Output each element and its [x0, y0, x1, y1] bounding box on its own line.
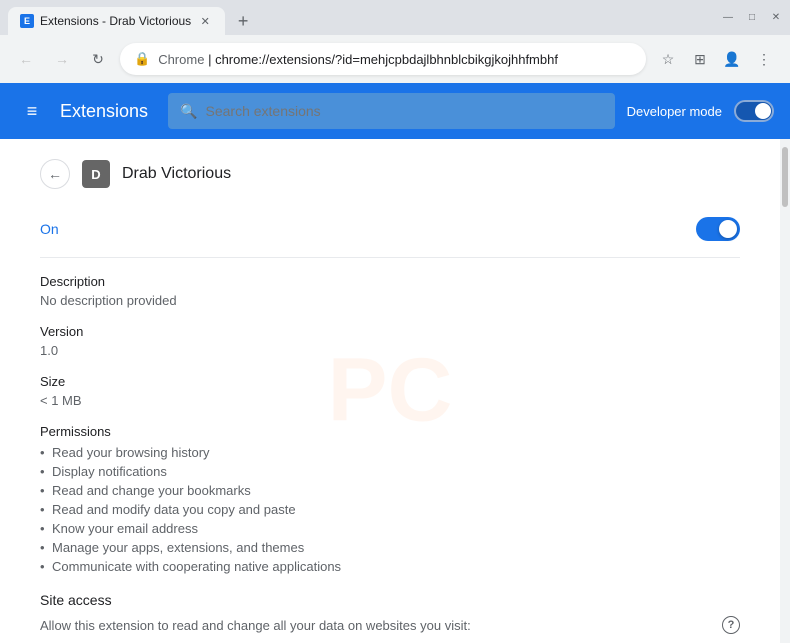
- active-tab[interactable]: E Extensions - Drab Victorious ✕: [8, 7, 225, 35]
- forward-button[interactable]: →: [48, 45, 76, 73]
- permissions-list: Read your browsing history Display notif…: [40, 443, 740, 576]
- window-controls: — □ ✕: [722, 12, 782, 24]
- version-label: Version: [40, 324, 740, 339]
- extension-toggle[interactable]: [696, 217, 740, 241]
- scrollbar-thumb[interactable]: [782, 147, 788, 207]
- secure-icon: 🔒: [134, 51, 150, 67]
- search-icon: 🔍: [180, 103, 197, 120]
- toggle-knob: [755, 103, 771, 119]
- back-to-extensions-button[interactable]: ←: [40, 159, 70, 189]
- size-value: < 1 MB: [40, 393, 740, 408]
- permission-item: Read and change your bookmarks: [40, 481, 740, 500]
- profile-button[interactable]: 👤: [718, 45, 746, 73]
- scrollbar[interactable]: [780, 139, 790, 643]
- permission-item: Know your email address: [40, 519, 740, 538]
- search-box[interactable]: 🔍: [168, 93, 615, 129]
- refresh-button[interactable]: ↻: [84, 45, 112, 73]
- tab-favicon: E: [20, 14, 34, 28]
- content-area: ← D Drab Victorious On Description No de…: [0, 139, 780, 643]
- extension-logo: D: [82, 160, 110, 188]
- tab-bar: E Extensions - Drab Victorious ✕ +: [8, 0, 257, 35]
- site-access-section: Site access Allow this extension to read…: [40, 592, 740, 643]
- size-section: Size < 1 MB: [40, 374, 740, 408]
- search-input[interactable]: [206, 103, 603, 119]
- developer-mode-label: Developer mode: [627, 104, 722, 119]
- size-label: Size: [40, 374, 740, 389]
- help-icon[interactable]: ?: [722, 616, 740, 634]
- extension-detail: ← D Drab Victorious On Description No de…: [0, 139, 780, 643]
- site-access-desc-text: Allow this extension to read and change …: [40, 618, 471, 633]
- description-label: Description: [40, 274, 740, 289]
- sidebar-menu-button[interactable]: ≡: [16, 95, 48, 127]
- permissions-section: Permissions Read your browsing history D…: [40, 424, 740, 576]
- menu-button[interactable]: ⋮: [750, 45, 778, 73]
- title-bar: E Extensions - Drab Victorious ✕ + — □ ✕: [0, 0, 790, 35]
- extension-toggle-knob: [719, 220, 737, 238]
- tab-title: Extensions - Drab Victorious: [40, 14, 191, 28]
- extensions-title: Extensions: [60, 101, 148, 122]
- new-tab-button[interactable]: +: [229, 7, 257, 35]
- permission-item: Communicate with cooperating native appl…: [40, 557, 740, 576]
- description-value: No description provided: [40, 293, 740, 308]
- url-separator: |: [208, 52, 215, 67]
- main-content: ← D Drab Victorious On Description No de…: [0, 139, 790, 643]
- close-button[interactable]: ✕: [770, 12, 782, 24]
- chrome-label: Chrome: [158, 52, 204, 67]
- version-value: 1.0: [40, 343, 740, 358]
- version-section: Version 1.0: [40, 324, 740, 358]
- extension-toggle-label: On: [40, 221, 59, 237]
- extension-toggle-section: On: [40, 209, 740, 258]
- permission-item: Manage your apps, extensions, and themes: [40, 538, 740, 557]
- omnibox-text: Chrome | chrome://extensions/?id=mehjcpb…: [158, 52, 632, 67]
- extensions-header: ≡ Extensions 🔍 Developer mode: [0, 83, 790, 139]
- site-access-title: Site access: [40, 592, 740, 608]
- minimize-button[interactable]: —: [722, 12, 734, 24]
- permission-item: Display notifications: [40, 462, 740, 481]
- toolbar-icons: ☆ ⊞ 👤 ⋮: [654, 45, 778, 73]
- ext-navigation: ← D Drab Victorious: [40, 159, 740, 189]
- maximize-button[interactable]: □: [746, 12, 758, 24]
- permission-item: Read your browsing history: [40, 443, 740, 462]
- developer-mode-toggle[interactable]: [734, 100, 774, 122]
- url-text: chrome://extensions/?id=mehjcpbdajlbhnbl…: [215, 52, 558, 67]
- extensions-button[interactable]: ⊞: [686, 45, 714, 73]
- permission-item: Read and modify data you copy and paste: [40, 500, 740, 519]
- tab-close-button[interactable]: ✕: [197, 13, 213, 29]
- site-access-description: Allow this extension to read and change …: [40, 616, 740, 634]
- address-bar: ← → ↻ 🔒 Chrome | chrome://extensions/?id…: [0, 35, 790, 83]
- description-section: Description No description provided: [40, 274, 740, 308]
- bookmark-button[interactable]: ☆: [654, 45, 682, 73]
- permissions-label: Permissions: [40, 424, 740, 439]
- omnibox[interactable]: 🔒 Chrome | chrome://extensions/?id=mehjc…: [120, 43, 646, 75]
- extension-name: Drab Victorious: [122, 165, 231, 183]
- back-button[interactable]: ←: [12, 45, 40, 73]
